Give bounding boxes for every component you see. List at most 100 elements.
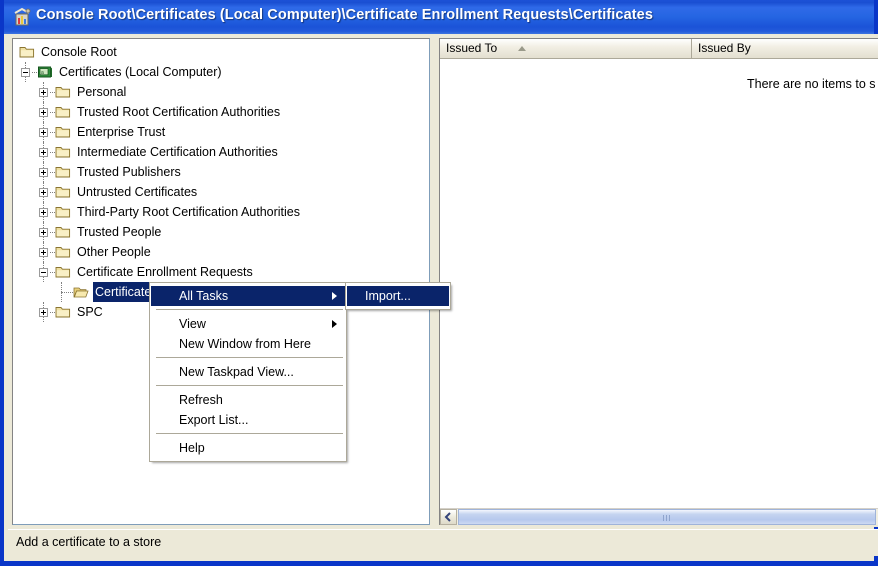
menu-item-view[interactable]: View <box>151 314 345 334</box>
tree-item-console-root[interactable]: Console Root <box>13 42 429 62</box>
scroll-grip-line <box>666 515 667 521</box>
context-menu[interactable]: All Tasks View New Window from Here New Tas… <box>149 282 347 462</box>
expand-icon[interactable] <box>39 148 48 157</box>
certificate-store-icon: a <box>37 65 53 79</box>
chevron-right-icon <box>332 292 337 300</box>
certificate-list-pane[interactable]: Issued To Issued By There are no items t… <box>439 38 878 525</box>
tree-item-label: Console Root <box>41 45 117 59</box>
tree-item-third-party-root-certification-authorities[interactable]: Third-Party Root Certification Authoriti… <box>13 202 429 222</box>
tree-dot-line <box>61 292 73 294</box>
tree-item-personal[interactable]: Personal <box>13 82 429 102</box>
expand-icon[interactable] <box>39 228 48 237</box>
tree-item-label: Certificate Enrollment Requests <box>77 265 253 279</box>
menu-separator <box>153 385 343 387</box>
folder-icon <box>55 165 71 179</box>
status-bar-text: Add a certificate to a store <box>16 535 162 549</box>
folder-icon <box>55 85 71 99</box>
horizontal-scrollbar[interactable] <box>440 508 878 525</box>
menu-item-new-taskpad-view[interactable]: New Taskpad View... <box>151 362 345 382</box>
folder-icon <box>55 305 71 319</box>
collapse-icon[interactable] <box>39 268 48 277</box>
chevron-right-icon <box>332 320 337 328</box>
tree-item-label: Trusted Publishers <box>77 165 181 179</box>
submenu-item-label: Import... <box>365 289 411 303</box>
mmc-window-frame: Console Root\Certificates (Local Compute… <box>0 0 878 566</box>
menu-item-label: All Tasks <box>179 289 229 303</box>
expand-icon[interactable] <box>39 128 48 137</box>
panes-container: Console Root a Certificates (Local Compute… <box>8 34 878 527</box>
tree-item-enterprise-trust[interactable]: Enterprise Trust <box>13 122 429 142</box>
tree-item-label: Untrusted Certificates <box>77 185 198 199</box>
column-header-issued-by[interactable]: Issued By <box>692 39 878 58</box>
tree-item-certificates-local-computer[interactable]: a Certificates (Local Computer) <box>13 62 429 82</box>
collapse-icon[interactable] <box>21 68 30 77</box>
scroll-grip-line <box>669 515 670 521</box>
folder-icon <box>55 145 71 159</box>
column-header-issued-to[interactable]: Issued To <box>440 39 692 58</box>
tree-item-label: Other People <box>77 245 151 259</box>
empty-list-message: There are no items to s <box>747 77 876 91</box>
menu-item-label: Refresh <box>179 393 223 407</box>
tree-item-certificate-enrollment-requests[interactable]: Certificate Enrollment Requests <box>13 262 429 282</box>
menu-item-label: New Window from Here <box>179 337 311 351</box>
tree-item-intermediate-certification-authorities[interactable]: Intermediate Certification Authorities <box>13 142 429 162</box>
tree-item-trusted-root-certification-authorities[interactable]: Trusted Root Certification Authorities <box>13 102 429 122</box>
menu-item-export-list[interactable]: Export List... <box>151 410 345 430</box>
application-window: Console Root\Certificates (Local Compute… <box>0 0 878 566</box>
menu-item-refresh[interactable]: Refresh <box>151 390 345 410</box>
scroll-thumb[interactable] <box>458 509 876 525</box>
svg-text:a: a <box>41 70 44 76</box>
tree-item-label: Intermediate Certification Authorities <box>77 145 278 159</box>
folder-icon <box>55 225 71 239</box>
list-column-header-row: Issued To Issued By <box>440 39 878 59</box>
menu-separator <box>153 357 343 359</box>
folder-icon <box>55 245 71 259</box>
scroll-left-button[interactable] <box>440 509 457 525</box>
console-tree[interactable]: Console Root a Certificates (Local Compute… <box>13 39 429 322</box>
tree-item-label: Certificates (Local Computer) <box>59 65 222 79</box>
menu-item-label: New Taskpad View... <box>179 365 294 379</box>
menu-item-label: Export List... <box>179 413 249 427</box>
menu-item-label: Help <box>179 441 205 455</box>
tree-item-trusted-publishers[interactable]: Trusted Publishers <box>13 162 429 182</box>
expand-icon[interactable] <box>39 248 48 257</box>
menu-item-new-window-from-here[interactable]: New Window from Here <box>151 334 345 354</box>
context-submenu-all-tasks[interactable]: Import... <box>345 282 451 310</box>
tree-item-label: SPC <box>77 305 103 319</box>
expand-icon[interactable] <box>39 188 48 197</box>
tree-item-label: Third-Party Root Certification Authoriti… <box>77 205 301 219</box>
menu-item-label: View <box>179 317 206 331</box>
submenu-item-import[interactable]: Import... <box>347 286 449 306</box>
tree-item-trusted-people[interactable]: Trusted People <box>13 222 429 242</box>
folder-icon <box>55 185 71 199</box>
tree-item-label: Personal <box>77 85 127 99</box>
folder-icon <box>55 205 71 219</box>
menu-separator <box>153 433 343 435</box>
folder-icon <box>19 45 35 59</box>
mmc-console-icon <box>12 7 32 27</box>
column-header-issued-to-label: Issued To <box>446 41 498 55</box>
tree-item-label: Trusted Root Certification Authorities <box>77 105 281 119</box>
tree-item-other-people[interactable]: Other People <box>13 242 429 262</box>
menu-separator <box>153 309 343 311</box>
column-header-issued-by-label: Issued By <box>698 41 751 55</box>
menu-item-all-tasks[interactable]: All Tasks <box>151 286 345 306</box>
folder-open-icon <box>73 285 89 299</box>
menu-item-help[interactable]: Help <box>151 438 345 458</box>
status-bar: Add a certificate to a store <box>8 529 878 556</box>
title-bar: Console Root\Certificates (Local Compute… <box>4 0 874 34</box>
sort-ascending-icon <box>518 46 526 51</box>
window-title: Console Root\Certificates (Local Compute… <box>36 7 654 23</box>
folder-icon <box>55 105 71 119</box>
tree-item-label: Enterprise Trust <box>77 125 166 139</box>
expand-icon[interactable] <box>39 88 48 97</box>
tree-item-untrusted-certificates[interactable]: Untrusted Certificates <box>13 182 429 202</box>
expand-icon[interactable] <box>39 208 48 217</box>
expand-icon[interactable] <box>39 308 48 317</box>
folder-icon <box>55 125 71 139</box>
tree-item-label: Trusted People <box>77 225 162 239</box>
expand-icon[interactable] <box>39 168 48 177</box>
folder-icon <box>55 265 71 279</box>
expand-icon[interactable] <box>39 108 48 117</box>
scroll-grip-line <box>663 515 664 521</box>
